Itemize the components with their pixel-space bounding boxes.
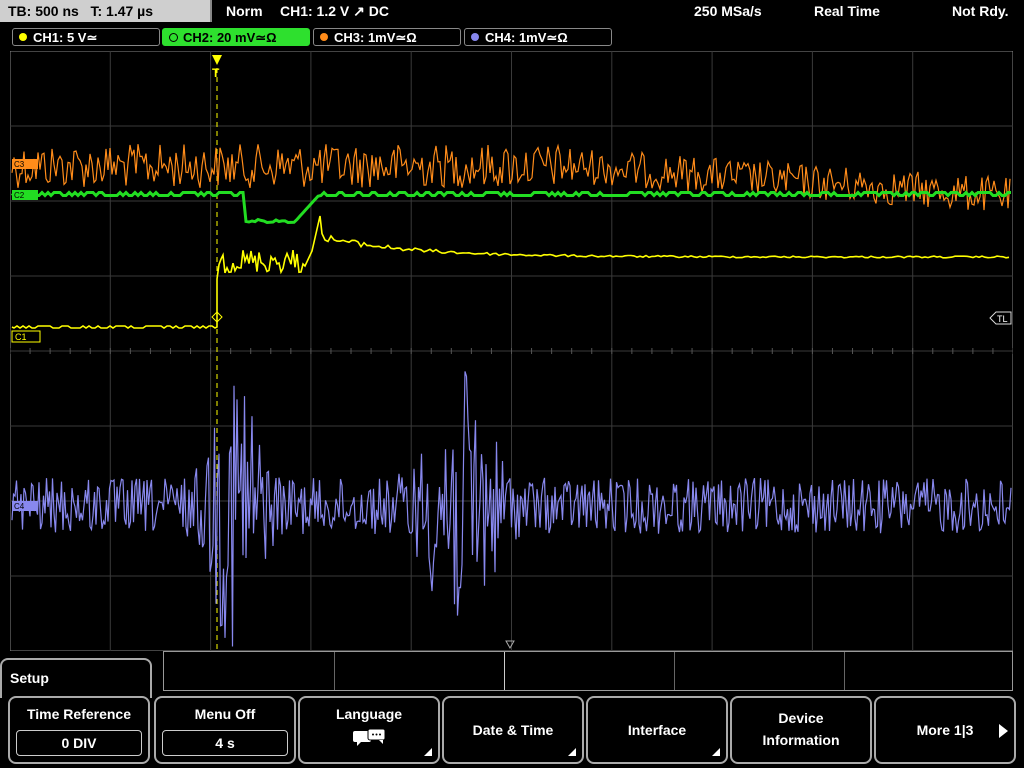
acquisition-status: Not Rdy.	[952, 3, 1009, 19]
more-label: More 1|3	[916, 722, 974, 738]
language-softkey[interactable]: Language	[298, 696, 440, 764]
ch4-label: CH4: 1mV≃Ω	[485, 30, 568, 45]
overview-division	[674, 652, 675, 690]
speech-bubble-icon	[353, 728, 386, 746]
menu-title-tab: Setup	[0, 658, 152, 698]
ch2-color-dot	[169, 33, 178, 42]
submenu-indicator-icon	[568, 748, 576, 756]
ch1-marker-label: C1	[15, 332, 27, 342]
acquisition-mode[interactable]: Real Time	[814, 0, 880, 22]
next-page-arrow-icon	[999, 724, 1008, 738]
ch3-offset-marker[interactable]: C3	[12, 159, 38, 169]
ch2-offset-marker[interactable]: C2	[12, 190, 38, 200]
interface-softkey[interactable]: Interface	[586, 696, 728, 764]
ch4-color-dot	[471, 33, 479, 41]
trigger-time-label: T: 1.47 µs	[90, 3, 154, 19]
date-time-softkey[interactable]: Date & Time	[442, 696, 584, 764]
overview-division	[334, 652, 335, 690]
trigger-t-marker: T	[212, 66, 220, 80]
submenu-indicator-icon	[424, 748, 432, 756]
device-information-label-2: Information	[762, 732, 840, 748]
overview-division	[844, 652, 845, 690]
ch2-label: CH2: 20 mV≃Ω	[183, 30, 277, 45]
trigger-info[interactable]: CH1: 1.2 V ↗ DC	[280, 0, 389, 22]
waveform-display[interactable]: T C1 C2 C3 C4 TL	[10, 51, 1013, 651]
device-information-softkey[interactable]: Device Information	[730, 696, 872, 764]
ch1-offset-marker[interactable]: C1	[11, 330, 41, 343]
sample-rate: 250 MSa/s	[694, 3, 762, 19]
menu-off-softkey[interactable]: Menu Off 4 s	[154, 696, 296, 764]
time-reference-value: 0 DIV	[16, 730, 142, 756]
ch1-label: CH1: 5 V≃	[33, 30, 98, 45]
date-time-label: Date & Time	[472, 722, 554, 738]
channel-tab-ch2[interactable]: CH2: 20 mV≃Ω	[162, 28, 310, 46]
ch2-marker-label: C2	[14, 191, 25, 200]
timebase-label: TB: 500 ns	[8, 3, 79, 19]
menu-off-value: 4 s	[162, 730, 288, 756]
zoom-overview-strip[interactable]	[163, 651, 1013, 691]
time-reference-softkey[interactable]: Time Reference 0 DIV	[8, 696, 150, 764]
language-label: Language	[335, 706, 403, 722]
overview-center-division	[504, 652, 505, 690]
ch4-marker-label: C4	[14, 502, 25, 511]
ch3-color-dot	[320, 33, 328, 41]
timebase-box[interactable]: TB: 500 ns T: 1.47 µs	[0, 0, 212, 22]
menu-off-label: Menu Off	[194, 706, 256, 722]
ch1-color-dot	[19, 33, 27, 41]
device-information-label-1: Device	[778, 710, 824, 726]
menu-title: Setup	[10, 670, 49, 686]
ch3-marker-label: C3	[14, 160, 25, 169]
channel-tab-ch1[interactable]: CH1: 5 V≃	[12, 28, 160, 46]
channel-tab-ch3[interactable]: CH3: 1mV≃Ω	[313, 28, 461, 46]
interface-label: Interface	[627, 722, 687, 738]
status-bar: TB: 500 ns T: 1.47 µs Norm CH1: 1.2 V ↗ …	[0, 0, 1024, 24]
ch4-offset-marker[interactable]: C4	[12, 501, 38, 511]
trigger-mode[interactable]: Norm	[226, 0, 263, 22]
submenu-indicator-icon	[712, 748, 720, 756]
more-softkey[interactable]: More 1|3	[874, 696, 1016, 764]
channel-tab-ch4[interactable]: CH4: 1mV≃Ω	[464, 28, 612, 46]
time-reference-label: Time Reference	[26, 706, 131, 722]
ch3-label: CH3: 1mV≃Ω	[334, 30, 417, 45]
trigger-level-label: TL	[997, 314, 1008, 324]
